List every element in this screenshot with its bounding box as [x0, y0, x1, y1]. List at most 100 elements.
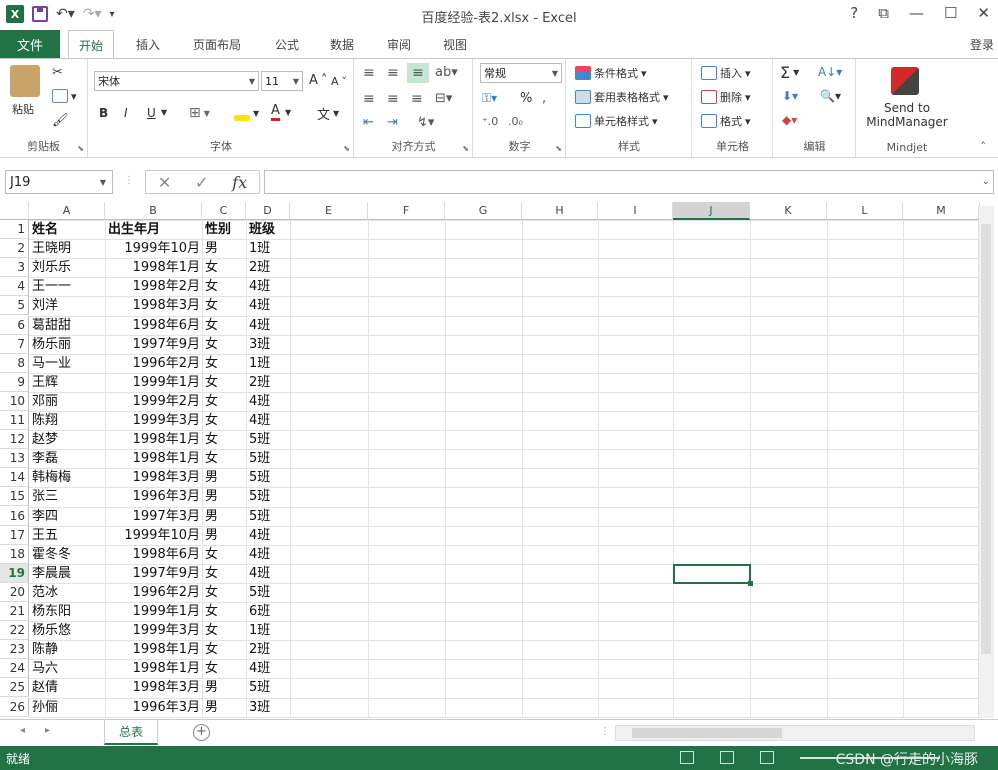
- table-cell[interactable]: 女: [205, 277, 246, 296]
- table-cell[interactable]: 1班: [249, 621, 290, 640]
- increase-decimal-icon[interactable]: ⁺.0: [482, 115, 498, 128]
- send-to-mindmanager-button[interactable]: Send to MindManager: [857, 101, 957, 129]
- table-cell[interactable]: 3班: [249, 335, 290, 354]
- format-painter-icon[interactable]: 🖌: [52, 113, 69, 128]
- row-header-22[interactable]: 22: [0, 621, 29, 641]
- table-cell[interactable]: 杨东阳: [32, 602, 105, 621]
- table-cell[interactable]: 李晨晨: [32, 564, 105, 583]
- table-cell[interactable]: 女: [205, 354, 246, 373]
- collapse-ribbon-icon[interactable]: ˄: [981, 140, 987, 153]
- underline-dropdown-icon[interactable]: ▼: [161, 108, 167, 117]
- column-header-M[interactable]: M: [903, 202, 980, 220]
- help-button[interactable]: ?: [850, 4, 858, 22]
- table-cell[interactable]: 女: [205, 335, 246, 354]
- font-size-select[interactable]: 11 ▼: [261, 71, 303, 91]
- header-cell[interactable]: 姓名: [32, 220, 105, 239]
- ribbon-display-button[interactable]: ⧉: [878, 4, 889, 22]
- table-cell[interactable]: 1班: [249, 239, 290, 258]
- table-cell[interactable]: 5班: [249, 678, 290, 697]
- tab-view[interactable]: 视图: [433, 30, 477, 58]
- italic-button[interactable]: I: [124, 106, 128, 120]
- table-cell[interactable]: 1998年6月: [108, 545, 202, 564]
- row-header-20[interactable]: 20: [0, 582, 29, 602]
- table-cell[interactable]: 1999年3月: [108, 411, 202, 430]
- column-header-A[interactable]: A: [29, 202, 105, 220]
- table-cell[interactable]: 韩梅梅: [32, 468, 105, 487]
- table-cell[interactable]: 1997年9月: [108, 335, 202, 354]
- table-cell[interactable]: 1998年3月: [108, 468, 202, 487]
- table-cell[interactable]: 4班: [249, 564, 290, 583]
- table-cell[interactable]: 1999年2月: [108, 392, 202, 411]
- table-cell[interactable]: 2班: [249, 373, 290, 392]
- select-all-corner[interactable]: [0, 202, 29, 220]
- mindmanager-icon[interactable]: [891, 67, 919, 95]
- horizontal-scrollbar[interactable]: [615, 725, 975, 741]
- tab-data[interactable]: 数据: [320, 30, 364, 58]
- row-header-1[interactable]: 1: [0, 220, 29, 239]
- table-cell[interactable]: 男: [205, 678, 246, 697]
- tab-formulas[interactable]: 公式: [265, 30, 309, 58]
- table-cell[interactable]: 女: [205, 392, 246, 411]
- delete-cells-button[interactable]: 删除 ▾: [701, 89, 751, 105]
- row-header-8[interactable]: 8: [0, 353, 29, 373]
- page-break-view-icon[interactable]: [760, 751, 774, 764]
- table-cell[interactable]: 1班: [249, 354, 290, 373]
- table-cell[interactable]: 女: [205, 411, 246, 430]
- table-cell[interactable]: 4班: [249, 526, 290, 545]
- row-header-9[interactable]: 9: [0, 372, 29, 392]
- table-cell[interactable]: 男: [205, 698, 246, 717]
- vertical-scroll-thumb[interactable]: [981, 224, 991, 654]
- row-header-5[interactable]: 5: [0, 296, 29, 316]
- table-cell[interactable]: 1999年1月: [108, 373, 202, 392]
- table-cell[interactable]: 女: [205, 296, 246, 315]
- table-cell[interactable]: 李磊: [32, 449, 105, 468]
- decrease-indent-icon[interactable]: ⇤: [363, 115, 374, 130]
- align-left-icon[interactable]: ≡: [363, 91, 375, 107]
- table-cell[interactable]: 1998年1月: [108, 449, 202, 468]
- table-cell[interactable]: 陈静: [32, 640, 105, 659]
- cut-icon[interactable]: ✂: [52, 65, 63, 80]
- row-header-19[interactable]: 19: [0, 563, 29, 583]
- orientation-icon[interactable]: ab▾: [435, 65, 458, 80]
- comma-style-icon[interactable]: ,: [542, 91, 546, 106]
- table-cell[interactable]: 马六: [32, 659, 105, 678]
- insert-cells-button[interactable]: 插入 ▾: [701, 65, 751, 81]
- table-cell[interactable]: 王一一: [32, 277, 105, 296]
- table-cell[interactable]: 1996年3月: [108, 698, 202, 717]
- shrink-font-button[interactable]: A ˅: [331, 75, 347, 88]
- table-cell[interactable]: 赵倩: [32, 678, 105, 697]
- format-as-table-button[interactable]: 套用表格格式 ▾: [575, 89, 669, 105]
- table-cell[interactable]: 女: [205, 316, 246, 335]
- row-header-10[interactable]: 10: [0, 391, 29, 411]
- table-cell[interactable]: 葛甜甜: [32, 316, 105, 335]
- number-format-select[interactable]: 常规 ▼: [480, 63, 562, 83]
- font-color-icon[interactable]: A: [271, 103, 280, 121]
- minimize-button[interactable]: —: [909, 4, 924, 22]
- middle-align-icon[interactable]: ≡: [387, 65, 399, 81]
- formula-input[interactable]: [264, 170, 994, 194]
- copy-icon[interactable]: ▾: [52, 89, 77, 103]
- table-cell[interactable]: 男: [205, 526, 246, 545]
- clipboard-launcher-icon[interactable]: ⬊: [77, 144, 84, 153]
- name-box[interactable]: J19 ▼: [5, 170, 113, 194]
- table-cell[interactable]: 霍冬冬: [32, 545, 105, 564]
- table-cell[interactable]: 1996年2月: [108, 583, 202, 602]
- row-header-2[interactable]: 2: [0, 239, 29, 259]
- column-header-J[interactable]: J: [673, 202, 750, 220]
- maximize-button[interactable]: ☐: [944, 4, 957, 22]
- page-layout-view-icon[interactable]: [720, 751, 734, 764]
- table-cell[interactable]: 1998年6月: [108, 316, 202, 335]
- number-launcher-icon[interactable]: ⬊: [555, 144, 562, 153]
- table-cell[interactable]: 孙俪: [32, 698, 105, 717]
- table-cell[interactable]: 1998年1月: [108, 640, 202, 659]
- sheet-nav-arrows-icon[interactable]: ◂▸: [20, 725, 70, 736]
- table-cell[interactable]: 1998年1月: [108, 659, 202, 678]
- table-cell[interactable]: 女: [205, 430, 246, 449]
- table-cell[interactable]: 1998年2月: [108, 277, 202, 296]
- row-header-6[interactable]: 6: [0, 315, 29, 335]
- table-cell[interactable]: 男: [205, 239, 246, 258]
- table-cell[interactable]: 刘洋: [32, 296, 105, 315]
- row-header-14[interactable]: 14: [0, 468, 29, 488]
- row-header-13[interactable]: 13: [0, 449, 29, 469]
- tab-review[interactable]: 审阅: [377, 30, 421, 58]
